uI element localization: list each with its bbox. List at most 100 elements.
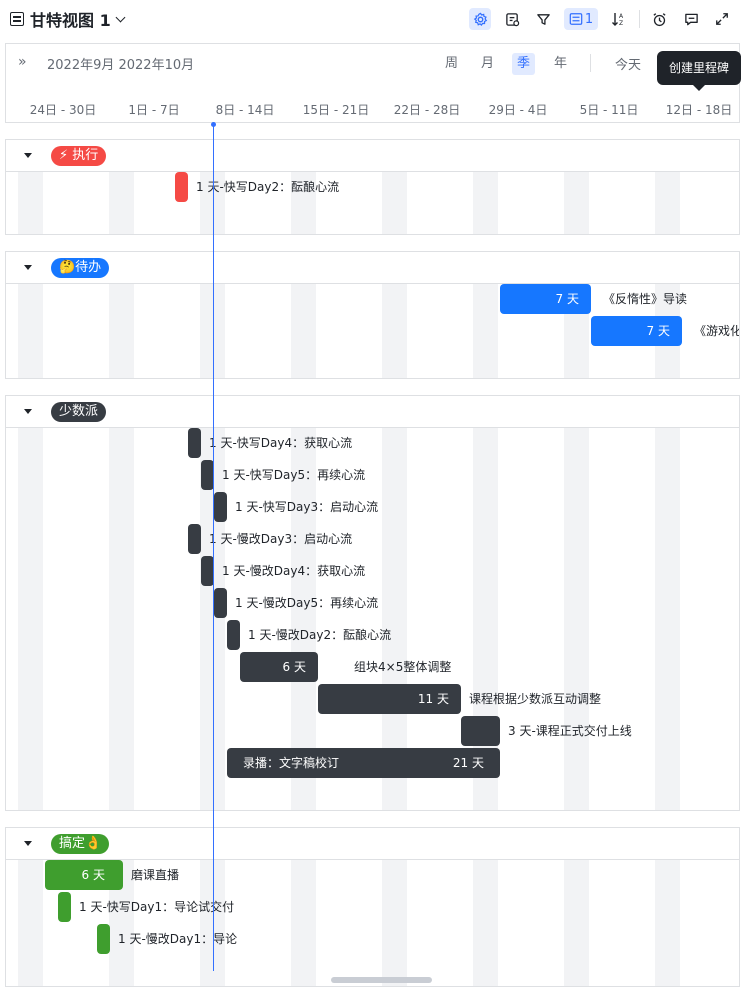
task-duration: 21 天 <box>452 756 484 770</box>
task-label: 1 天-慢改Day5：再续心流 <box>235 596 379 610</box>
task-label: 课程根据少数派互动调整 <box>469 692 602 706</box>
group-timeline: 6 天 磨课直播 1 天-快写Day1：导论试交付 1 天-慢改Day1：导论 <box>6 860 739 986</box>
task-duration: 7 天 <box>555 292 579 306</box>
week-label: 12日 - 18日 <box>665 103 733 117</box>
group-tag: 搞定👌 <box>51 834 110 854</box>
group-done: 搞定👌 6 天 磨课直播 1 天-快写Day1：导论试交付 1 天-慢改Day1… <box>5 827 740 987</box>
task-label: 1 天-慢改Day2：酝酿心流 <box>248 628 392 642</box>
task-bar[interactable]: 录播：文字稿校订 21 天 <box>227 748 500 778</box>
group-tag: ⚡ 执行 <box>51 146 107 166</box>
task-bar[interactable] <box>97 924 110 954</box>
week-label: 1日 - 7日 <box>128 103 180 117</box>
field-config-icon <box>505 12 519 26</box>
toolbar: 甘特视图 1 1 AZ <box>0 0 745 38</box>
comment-icon <box>684 13 698 25</box>
task-bar[interactable] <box>214 588 227 618</box>
task-label: 1 天-快写Day3：启动心流 <box>235 500 379 514</box>
group-header[interactable]: 少数派 <box>6 396 739 428</box>
scale-quarter[interactable]: 季 <box>512 53 536 75</box>
month-range: 2022年9月 2022年10月 <box>47 58 195 73</box>
scale-month[interactable]: 月 <box>476 53 499 75</box>
task-bar[interactable]: 6 天 <box>45 860 123 890</box>
task-duration: 11 天 <box>417 692 449 706</box>
group-button[interactable]: 1 <box>564 8 598 30</box>
task-bar[interactable] <box>214 492 227 522</box>
task-label: 1 天-慢改Day1：导论 <box>118 932 238 946</box>
task-bar[interactable]: 7 天 <box>591 316 682 346</box>
task-bar[interactable]: 7 天 <box>500 284 591 314</box>
task-bar[interactable] <box>461 716 500 746</box>
group-header[interactable]: 搞定👌 <box>6 828 739 860</box>
field-config-button[interactable] <box>501 8 523 30</box>
view-switcher[interactable]: 甘特视图 1 <box>10 7 126 31</box>
group-tag: 少数派 <box>51 402 107 422</box>
task-label: 《游戏化 <box>694 324 740 338</box>
fullscreen-button[interactable] <box>711 8 733 30</box>
filter-button[interactable] <box>532 8 554 30</box>
settings-button[interactable] <box>469 8 491 30</box>
week-label: 15日 - 21日 <box>302 103 370 117</box>
task-label: 1 天-快写Day5：再续心流 <box>222 468 366 482</box>
today-button[interactable]: 今天 <box>615 54 641 73</box>
task-bar[interactable] <box>188 428 201 458</box>
task-bar[interactable] <box>58 892 71 922</box>
group-timeline: 1 天-快写Day2：酝酿心流 <box>6 172 739 234</box>
timeline-header: » 2022年9月 2022年10月 周 月 季 年 今天 24日 - 30日 … <box>5 43 740 123</box>
scale-year[interactable]: 年 <box>549 53 572 75</box>
week-label: 22日 - 28日 <box>393 103 461 117</box>
week-label: 8日 - 14日 <box>215 103 275 117</box>
group-timeline: 1 天-快写Day4：获取心流 1 天-快写Day5：再续心流 1 天-快写Da… <box>6 428 739 810</box>
group-tag: 🤔待办 <box>51 258 110 278</box>
caret-down-icon[interactable] <box>24 265 32 270</box>
task-label: 1 天-快写Day4：获取心流 <box>209 436 353 450</box>
alarm-icon <box>652 12 666 26</box>
group-count: 1 <box>584 11 594 27</box>
expand-icon <box>716 13 728 25</box>
header-divider <box>590 54 591 72</box>
scale-week[interactable]: 周 <box>440 53 463 75</box>
task-label: 1 天-慢改Day4：获取心流 <box>222 564 366 578</box>
collapse-sidebar-icon[interactable]: » <box>18 54 27 70</box>
sort-button[interactable]: AZ <box>608 8 630 30</box>
group-timeline: 7 天 《反惰性》导读 7 天 《游戏化 <box>6 284 739 378</box>
task-label: 1 天-慢改Day3：启动心流 <box>209 532 353 546</box>
task-bar[interactable]: 11 天 <box>318 684 461 714</box>
settings-icon <box>473 12 487 26</box>
task-bar[interactable] <box>175 172 188 202</box>
task-label: 磨课直播 <box>131 868 180 882</box>
alarm-button[interactable] <box>648 8 670 30</box>
task-label: 1 天-快写Day2：酝酿心流 <box>196 180 340 194</box>
group-sspai: 少数派 1 天-快写Day4：获取心流 1 天-快写Day5：再续心流 1 天-… <box>5 395 740 811</box>
task-bar[interactable]: 6 天 <box>240 652 318 682</box>
task-duration: 6 天 <box>282 660 306 674</box>
create-milestone-tooltip: 创建里程碑 <box>657 51 741 91</box>
caret-down-icon[interactable] <box>24 409 32 414</box>
task-duration: 6 天 <box>81 868 105 882</box>
week-label: 24日 - 30日 <box>29 103 97 117</box>
task-title: 录播：文字稿校订 <box>243 756 340 770</box>
task-bar[interactable] <box>188 524 201 554</box>
chevron-down-icon[interactable] <box>115 12 126 22</box>
svg-text:Z: Z <box>619 20 623 27</box>
caret-down-icon[interactable] <box>24 841 32 846</box>
group-execute: ⚡ 执行 1 天-快写Day2：酝酿心流 <box>5 139 740 235</box>
task-label: 1 天-快写Day1：导论试交付 <box>79 900 235 914</box>
view-title[interactable]: 甘特视图 1 <box>30 7 111 31</box>
horizontal-scrollbar[interactable] <box>331 977 432 983</box>
task-duration: 7 天 <box>646 324 670 338</box>
filter-icon <box>536 13 550 25</box>
group-header[interactable]: 🤔待办 <box>6 252 739 284</box>
week-label: 5日 - 11日 <box>579 103 639 117</box>
toolbar-divider <box>639 10 640 28</box>
task-label: 《反惰性》导读 <box>603 292 688 306</box>
task-bar[interactable] <box>227 620 240 650</box>
today-marker-line <box>213 125 214 971</box>
task-label: 3 天-课程正式交付上线 <box>508 724 632 738</box>
svg-text:A: A <box>619 13 624 20</box>
group-todo: 🤔待办 7 天 《反惰性》导读 7 天 《游戏化 <box>5 251 740 379</box>
sort-icon: AZ <box>612 13 624 27</box>
gantt-view-icon <box>10 12 24 26</box>
comment-button[interactable] <box>680 8 702 30</box>
group-header[interactable]: ⚡ 执行 <box>6 140 739 172</box>
caret-down-icon[interactable] <box>24 153 32 158</box>
